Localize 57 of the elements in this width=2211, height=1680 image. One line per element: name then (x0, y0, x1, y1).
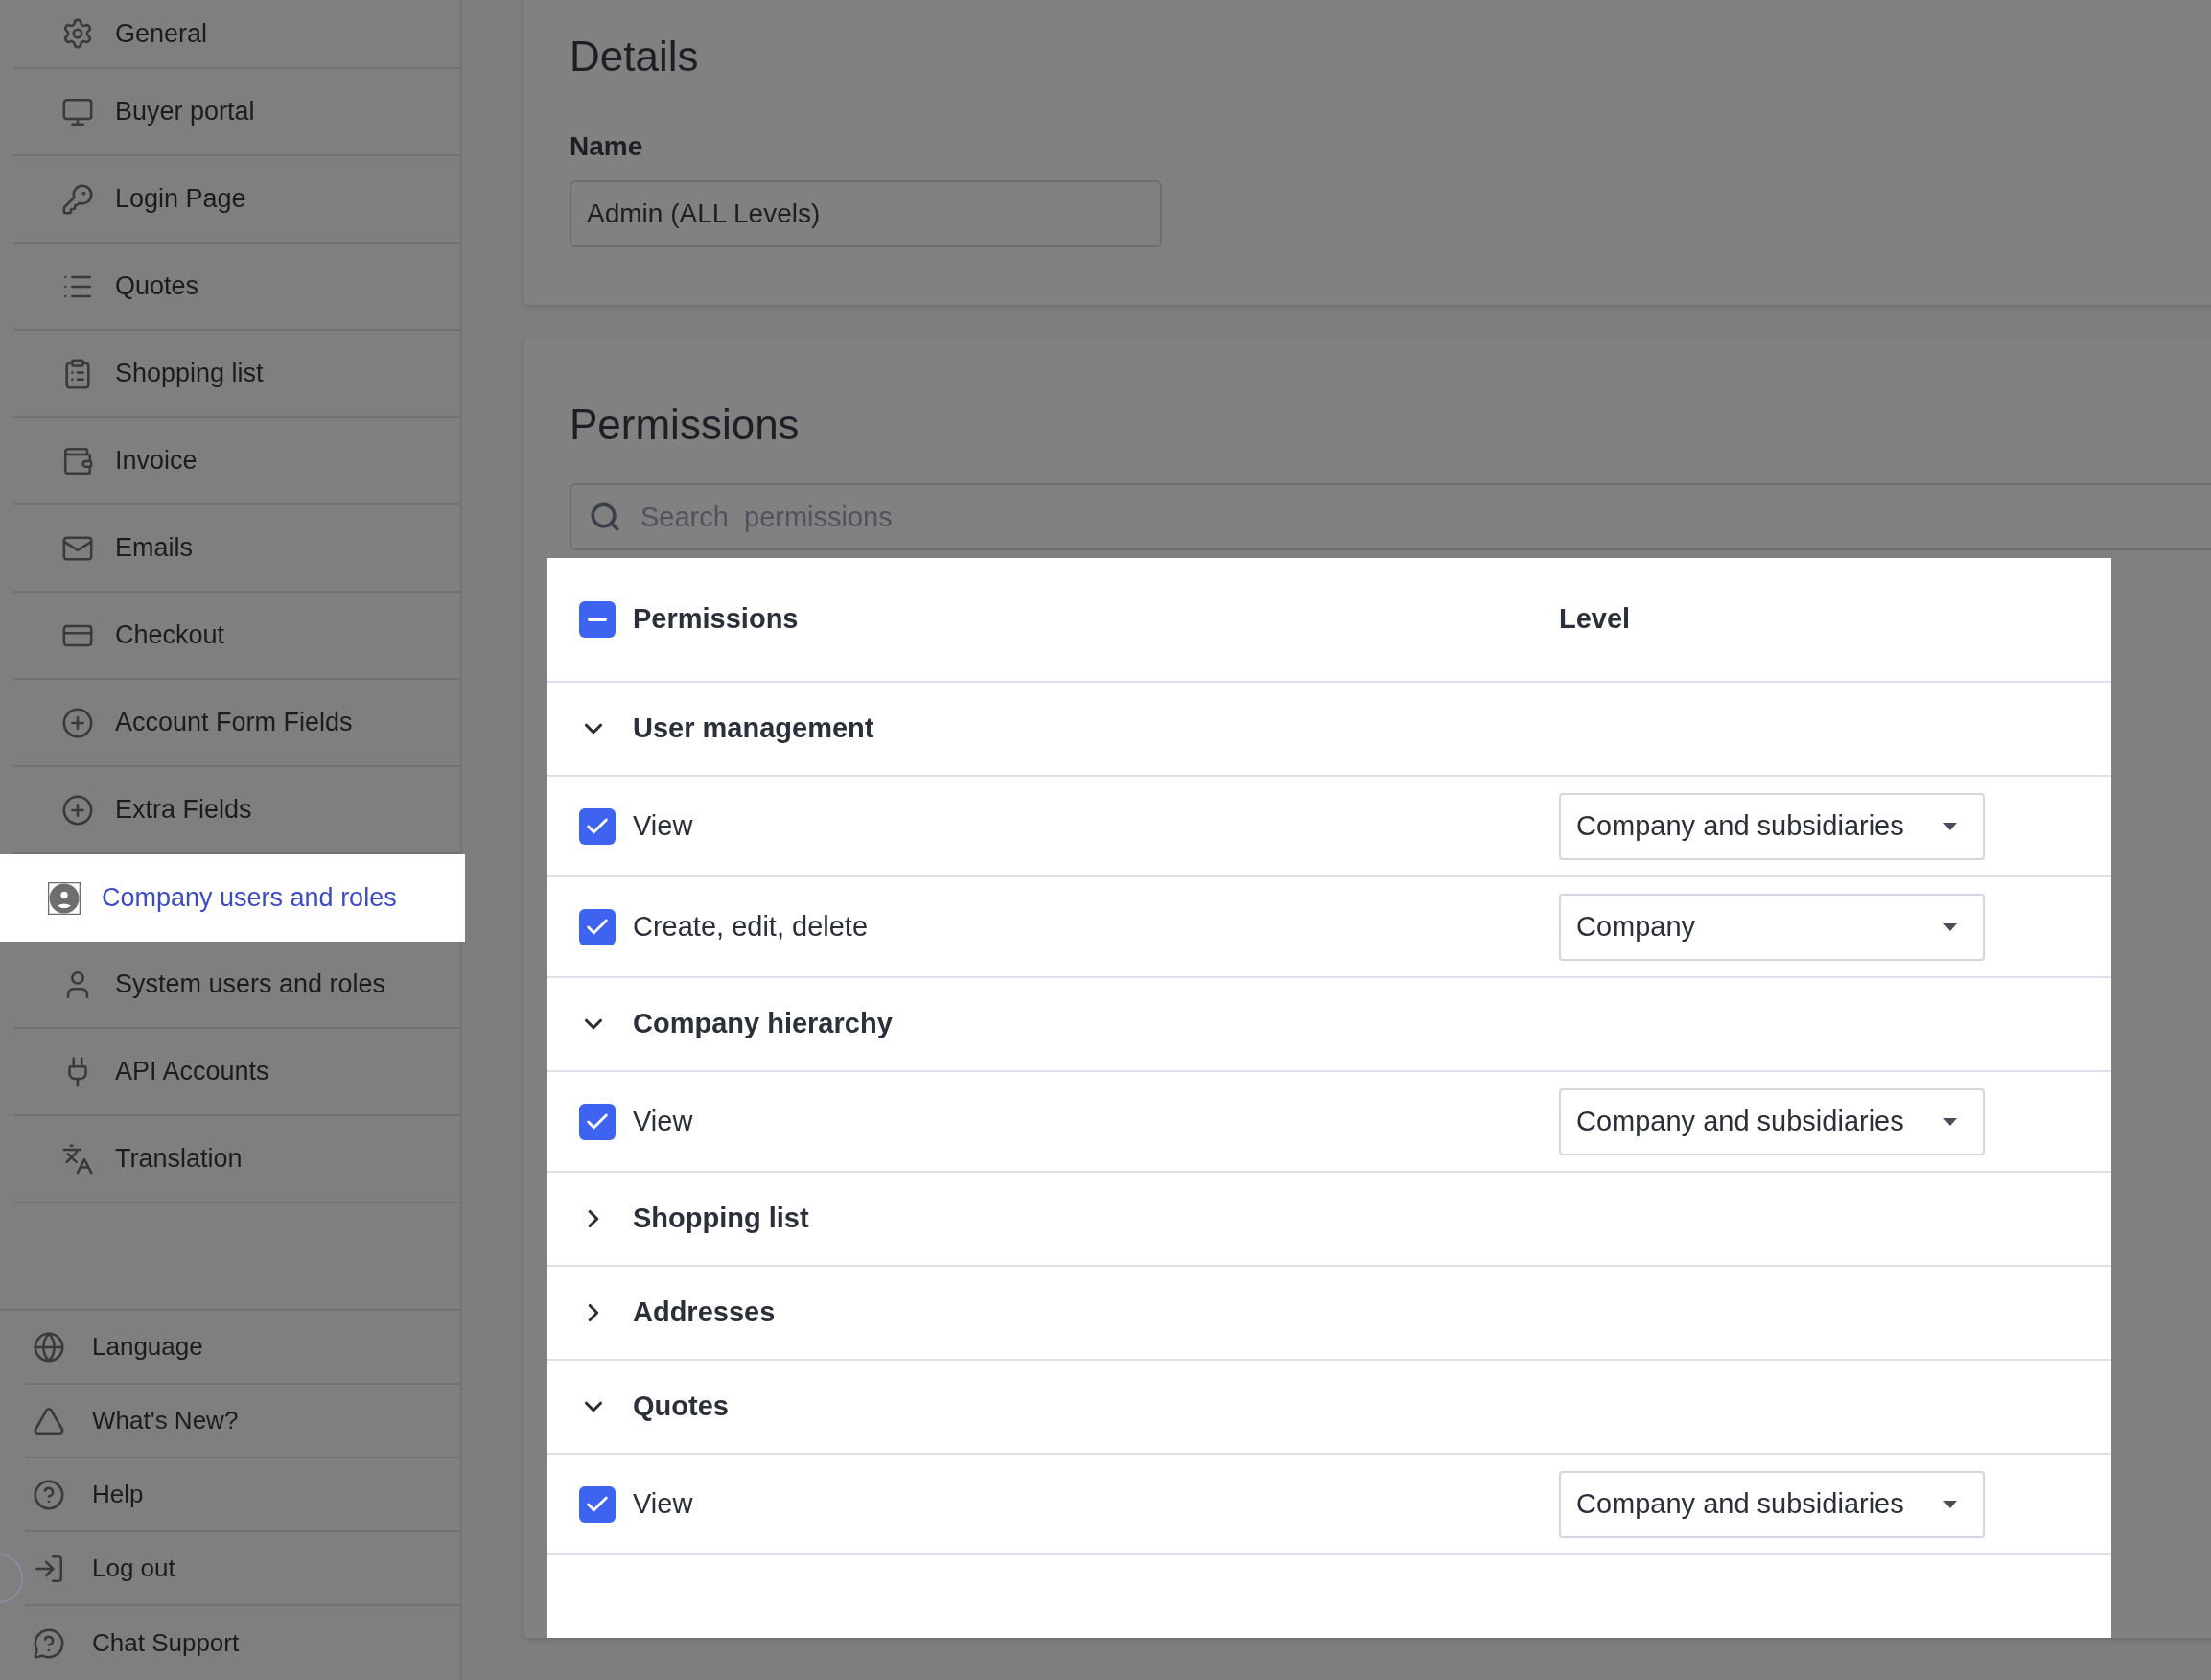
permission-label: View (633, 808, 693, 843)
sidebar-item[interactable]: Buyer portal (13, 69, 460, 156)
sidebar-item[interactable]: API Accounts (13, 1029, 460, 1116)
checkbox[interactable] (579, 1485, 616, 1523)
sidebar-item[interactable]: Shopping list (13, 331, 460, 418)
level-dropdown[interactable]: Company and subsidiaries (1559, 1470, 1985, 1538)
plus-circle-icon (61, 706, 94, 739)
name-field[interactable]: Admin (ALL Levels) (570, 180, 1162, 247)
sidebar-footer-item[interactable]: Language (25, 1311, 460, 1385)
checkbox[interactable] (579, 807, 616, 845)
search-icon (589, 501, 621, 533)
permission-label: View (633, 1486, 693, 1521)
permission-label: Create, edit, delete (633, 909, 869, 944)
sidebar-item[interactable]: Account Form Fields (13, 680, 460, 767)
help-icon (33, 1478, 65, 1511)
group-row[interactable]: Addresses (547, 1267, 2111, 1361)
sidebar-item[interactable]: System users and roles (13, 942, 460, 1029)
level-dropdown[interactable]: Company (1559, 893, 1985, 961)
plus-circle-icon (61, 793, 94, 827)
caret-icon (1943, 922, 1958, 932)
group-row[interactable]: Company hierarchy (547, 978, 2111, 1072)
permission-label: View (633, 1104, 693, 1138)
level-dropdown[interactable]: Company and subsidiaries (1559, 1087, 1985, 1155)
card-title: Permissions (570, 400, 801, 450)
sidebar-item[interactable]: Translation (13, 1116, 460, 1203)
sidebar-item[interactable]: Login Page (13, 156, 460, 244)
sidebar-item[interactable]: Checkout (13, 593, 460, 680)
chat-support-icon (33, 1626, 65, 1660)
sidebar-item[interactable]: Invoice (13, 418, 460, 505)
sidebar-footer-item[interactable]: Chat Support (25, 1606, 460, 1680)
user-circle-icon (48, 881, 81, 915)
sidebar-footer-item[interactable]: Log out (25, 1532, 460, 1606)
card-title: Details (570, 32, 700, 82)
sidebar-item[interactable]: General (13, 0, 460, 69)
column-header: Level (1559, 602, 1631, 637)
group-row[interactable]: Quotes (547, 1361, 2111, 1455)
sidebar-item[interactable]: Company users and roles (0, 854, 465, 942)
checkbox[interactable] (579, 908, 616, 945)
sidebar-item[interactable]: Quotes (13, 244, 460, 331)
group-row[interactable]: Shopping list (547, 1173, 2111, 1267)
checkbox[interactable] (579, 1103, 616, 1140)
column-header: Permissions (633, 602, 799, 637)
caret-icon (1943, 821, 1958, 831)
translate-icon (61, 1142, 94, 1176)
level-dropdown[interactable]: Company and subsidiaries (1559, 792, 1985, 860)
globe-icon (33, 1330, 65, 1364)
caret-icon (1943, 1116, 1958, 1127)
sidebar-footer-item[interactable]: Help (25, 1458, 460, 1532)
key-icon (61, 182, 94, 216)
minus-icon (588, 618, 607, 621)
caret-icon (1943, 1499, 1958, 1509)
checkbox[interactable] (579, 601, 616, 638)
group-row[interactable]: User management (547, 683, 2111, 777)
field-label: Name (570, 130, 644, 163)
gear-icon (61, 17, 94, 50)
sidebar-item[interactable]: Emails (13, 505, 460, 593)
sidebar-footer-item[interactable]: What's New? (25, 1385, 460, 1458)
